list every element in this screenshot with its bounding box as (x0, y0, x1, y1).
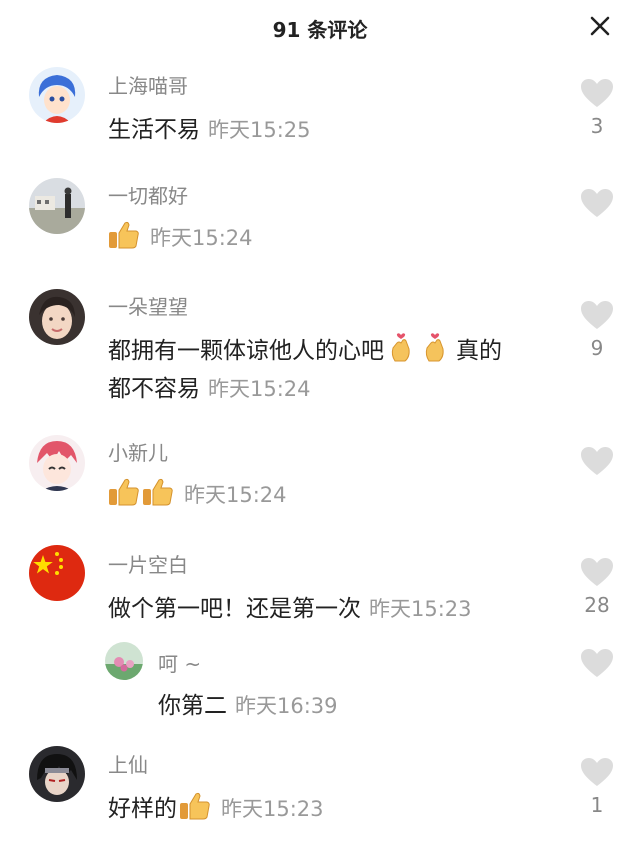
comment-time: 昨天15:24 (208, 377, 311, 401)
heart-icon (581, 79, 613, 107)
comment-author[interactable]: 呵 ~ (158, 648, 201, 677)
comment-time: 昨天15:25 (208, 118, 311, 142)
reply-item: 呵 ~ 你第二 昨天16:39 (0, 640, 640, 730)
comment-author[interactable]: 一切都好 (108, 180, 188, 209)
comment-item: 小新儿 昨天15:24 (0, 432, 640, 532)
comment-time: 昨天16:39 (235, 694, 338, 718)
heart-icon (581, 649, 613, 677)
avatar[interactable] (29, 178, 85, 234)
comment-item: 上仙 好样的 昨天15:23 1 (0, 743, 640, 841)
like-button[interactable] (580, 188, 614, 224)
comment-text-line: 做个第一吧！还是第一次 昨天15:23 (108, 589, 472, 623)
comment-time: 昨天15:23 (221, 797, 324, 821)
comment-text: 你第二 (158, 693, 227, 719)
comment-text: 好样的 (108, 796, 177, 822)
comments-header: 91 条评论 (0, 0, 640, 56)
comment-author[interactable]: 一朵望望 (108, 291, 188, 320)
comment-item: 上海喵哥 生活不易 昨天15:25 3 (0, 64, 640, 164)
comment-author[interactable]: 小新儿 (108, 437, 168, 466)
heart-icon (581, 189, 613, 217)
thumbs-up-emoji (108, 477, 140, 513)
comment-text-line: 都拥有一颗体谅他人的心吧 真的 (108, 331, 502, 369)
avatar[interactable] (105, 642, 143, 680)
comment-text-line: 都不容易 昨天15:24 (108, 369, 311, 403)
heart-icon (581, 758, 613, 786)
like-count: 28 (584, 593, 610, 617)
like-button[interactable]: 1 (580, 757, 614, 817)
like-count: 1 (590, 793, 604, 817)
finger-heart-emoji (388, 331, 414, 369)
comment-time: 昨天15:23 (369, 597, 472, 621)
comment-text: 做个第一吧！还是第一次 (108, 596, 361, 622)
close-button[interactable] (586, 12, 614, 40)
comment-item: 一切都好 昨天15:24 (0, 176, 640, 276)
thumbs-up-emoji (108, 220, 140, 256)
comment-author[interactable]: 上海喵哥 (108, 70, 188, 99)
comment-text-line: 生活不易 昨天15:25 (108, 110, 311, 144)
like-count: 3 (590, 114, 604, 138)
comment-text: 都不容易 (108, 376, 200, 402)
heart-icon (581, 447, 613, 475)
comment-text-line: 昨天15:24 (108, 477, 287, 513)
avatar[interactable] (29, 746, 85, 802)
avatar[interactable] (29, 435, 85, 491)
thumbs-up-emoji (142, 477, 174, 513)
comment-text-line: 你第二 昨天16:39 (158, 686, 338, 720)
like-count: 9 (590, 336, 604, 360)
heart-icon (581, 558, 613, 586)
like-button[interactable]: 3 (580, 78, 614, 138)
comment-text: 都拥有一颗体谅他人的心吧 (108, 338, 384, 364)
comment-count-title: 91 条评论 (272, 18, 368, 42)
heart-icon (581, 301, 613, 329)
comment-text: 真的 (456, 338, 502, 364)
comment-text: 生活不易 (108, 117, 200, 143)
comment-item: 一片空白 做个第一吧！还是第一次 昨天15:23 28 (0, 543, 640, 633)
comment-text-line: 昨天15:24 (108, 220, 253, 256)
avatar[interactable] (29, 289, 85, 345)
comment-time: 昨天15:24 (184, 483, 287, 507)
avatar[interactable] (29, 545, 85, 601)
like-button[interactable] (580, 648, 614, 684)
comment-text-line: 好样的 昨天15:23 (108, 789, 324, 827)
avatar[interactable] (29, 67, 85, 123)
like-button[interactable] (580, 446, 614, 482)
comment-author[interactable]: 上仙 (108, 749, 148, 778)
like-button[interactable]: 28 (580, 557, 614, 617)
finger-heart-emoji (422, 331, 448, 369)
close-icon (590, 16, 610, 36)
comment-time: 昨天15:24 (150, 226, 253, 250)
thumbs-up-emoji (179, 791, 211, 827)
like-button[interactable]: 9 (580, 300, 614, 360)
comment-item: 一朵望望 都拥有一颗体谅他人的心吧 真的 都不容易 昨天15:24 9 (0, 286, 640, 416)
comment-author[interactable]: 一片空白 (108, 549, 188, 578)
